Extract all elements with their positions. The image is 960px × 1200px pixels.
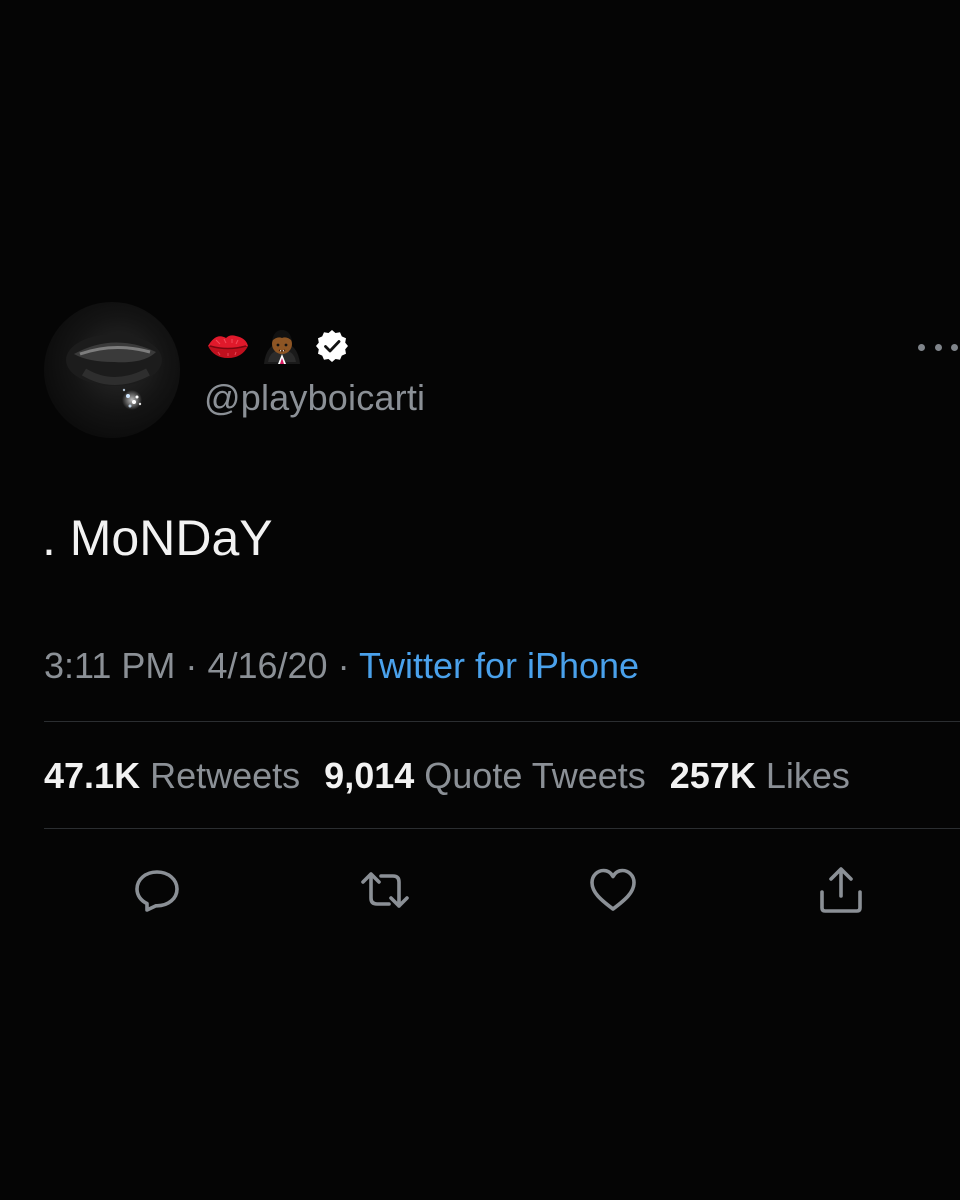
avatar-image [66, 334, 162, 410]
like-icon [590, 868, 636, 911]
tweet-actions [0, 860, 960, 920]
verified-badge-icon [316, 330, 348, 362]
more-dot-icon [934, 343, 942, 351]
divider-bottom [44, 828, 960, 829]
tweet-time: 3:11 PM [44, 645, 176, 686]
tweet-source-link[interactable]: Twitter for iPhone [359, 645, 639, 686]
vampire-icon [264, 330, 300, 364]
reply-icon [135, 870, 179, 912]
tweet-stats: 47.1K Retweets 9,014 Quote Tweets 257K Lik… [44, 750, 850, 802]
retweet-icon [361, 872, 409, 908]
meta-separator: · [337, 645, 350, 686]
quote-tweets-count: 9,014 [324, 755, 415, 796]
like-button[interactable] [583, 860, 643, 920]
retweets-stat[interactable]: 47.1K Retweets [44, 755, 300, 796]
retweet-button[interactable] [355, 860, 415, 920]
share-icon [820, 867, 862, 913]
avatar[interactable] [44, 302, 180, 438]
reply-button[interactable] [127, 860, 187, 920]
quote-tweets-stat[interactable]: 9,014 Quote Tweets [324, 755, 646, 796]
more-options-button[interactable] [918, 333, 958, 361]
display-name[interactable] [206, 320, 350, 372]
tweet-meta: 3:11 PM · 4/16/20 · Twitter for iPhone [44, 640, 639, 692]
user-handle[interactable]: @playboicarti [204, 376, 425, 420]
likes-stat[interactable]: 257K Likes [670, 755, 850, 796]
kiss-mark-icon [208, 335, 248, 358]
tweet-date: 4/16/20 [207, 645, 328, 686]
likes-label: Likes [765, 755, 850, 796]
likes-count: 257K [669, 755, 756, 796]
quote-tweets-label: Quote Tweets [424, 755, 646, 796]
more-dot-icon [951, 343, 958, 351]
meta-separator: · [185, 645, 198, 686]
more-dot-icon [918, 343, 925, 351]
divider-top [44, 721, 960, 722]
retweets-count: 47.1K [44, 755, 141, 796]
tweet-text: . MoNDaY [42, 510, 273, 566]
retweets-label: Retweets [150, 755, 301, 796]
share-button[interactable] [811, 860, 871, 920]
